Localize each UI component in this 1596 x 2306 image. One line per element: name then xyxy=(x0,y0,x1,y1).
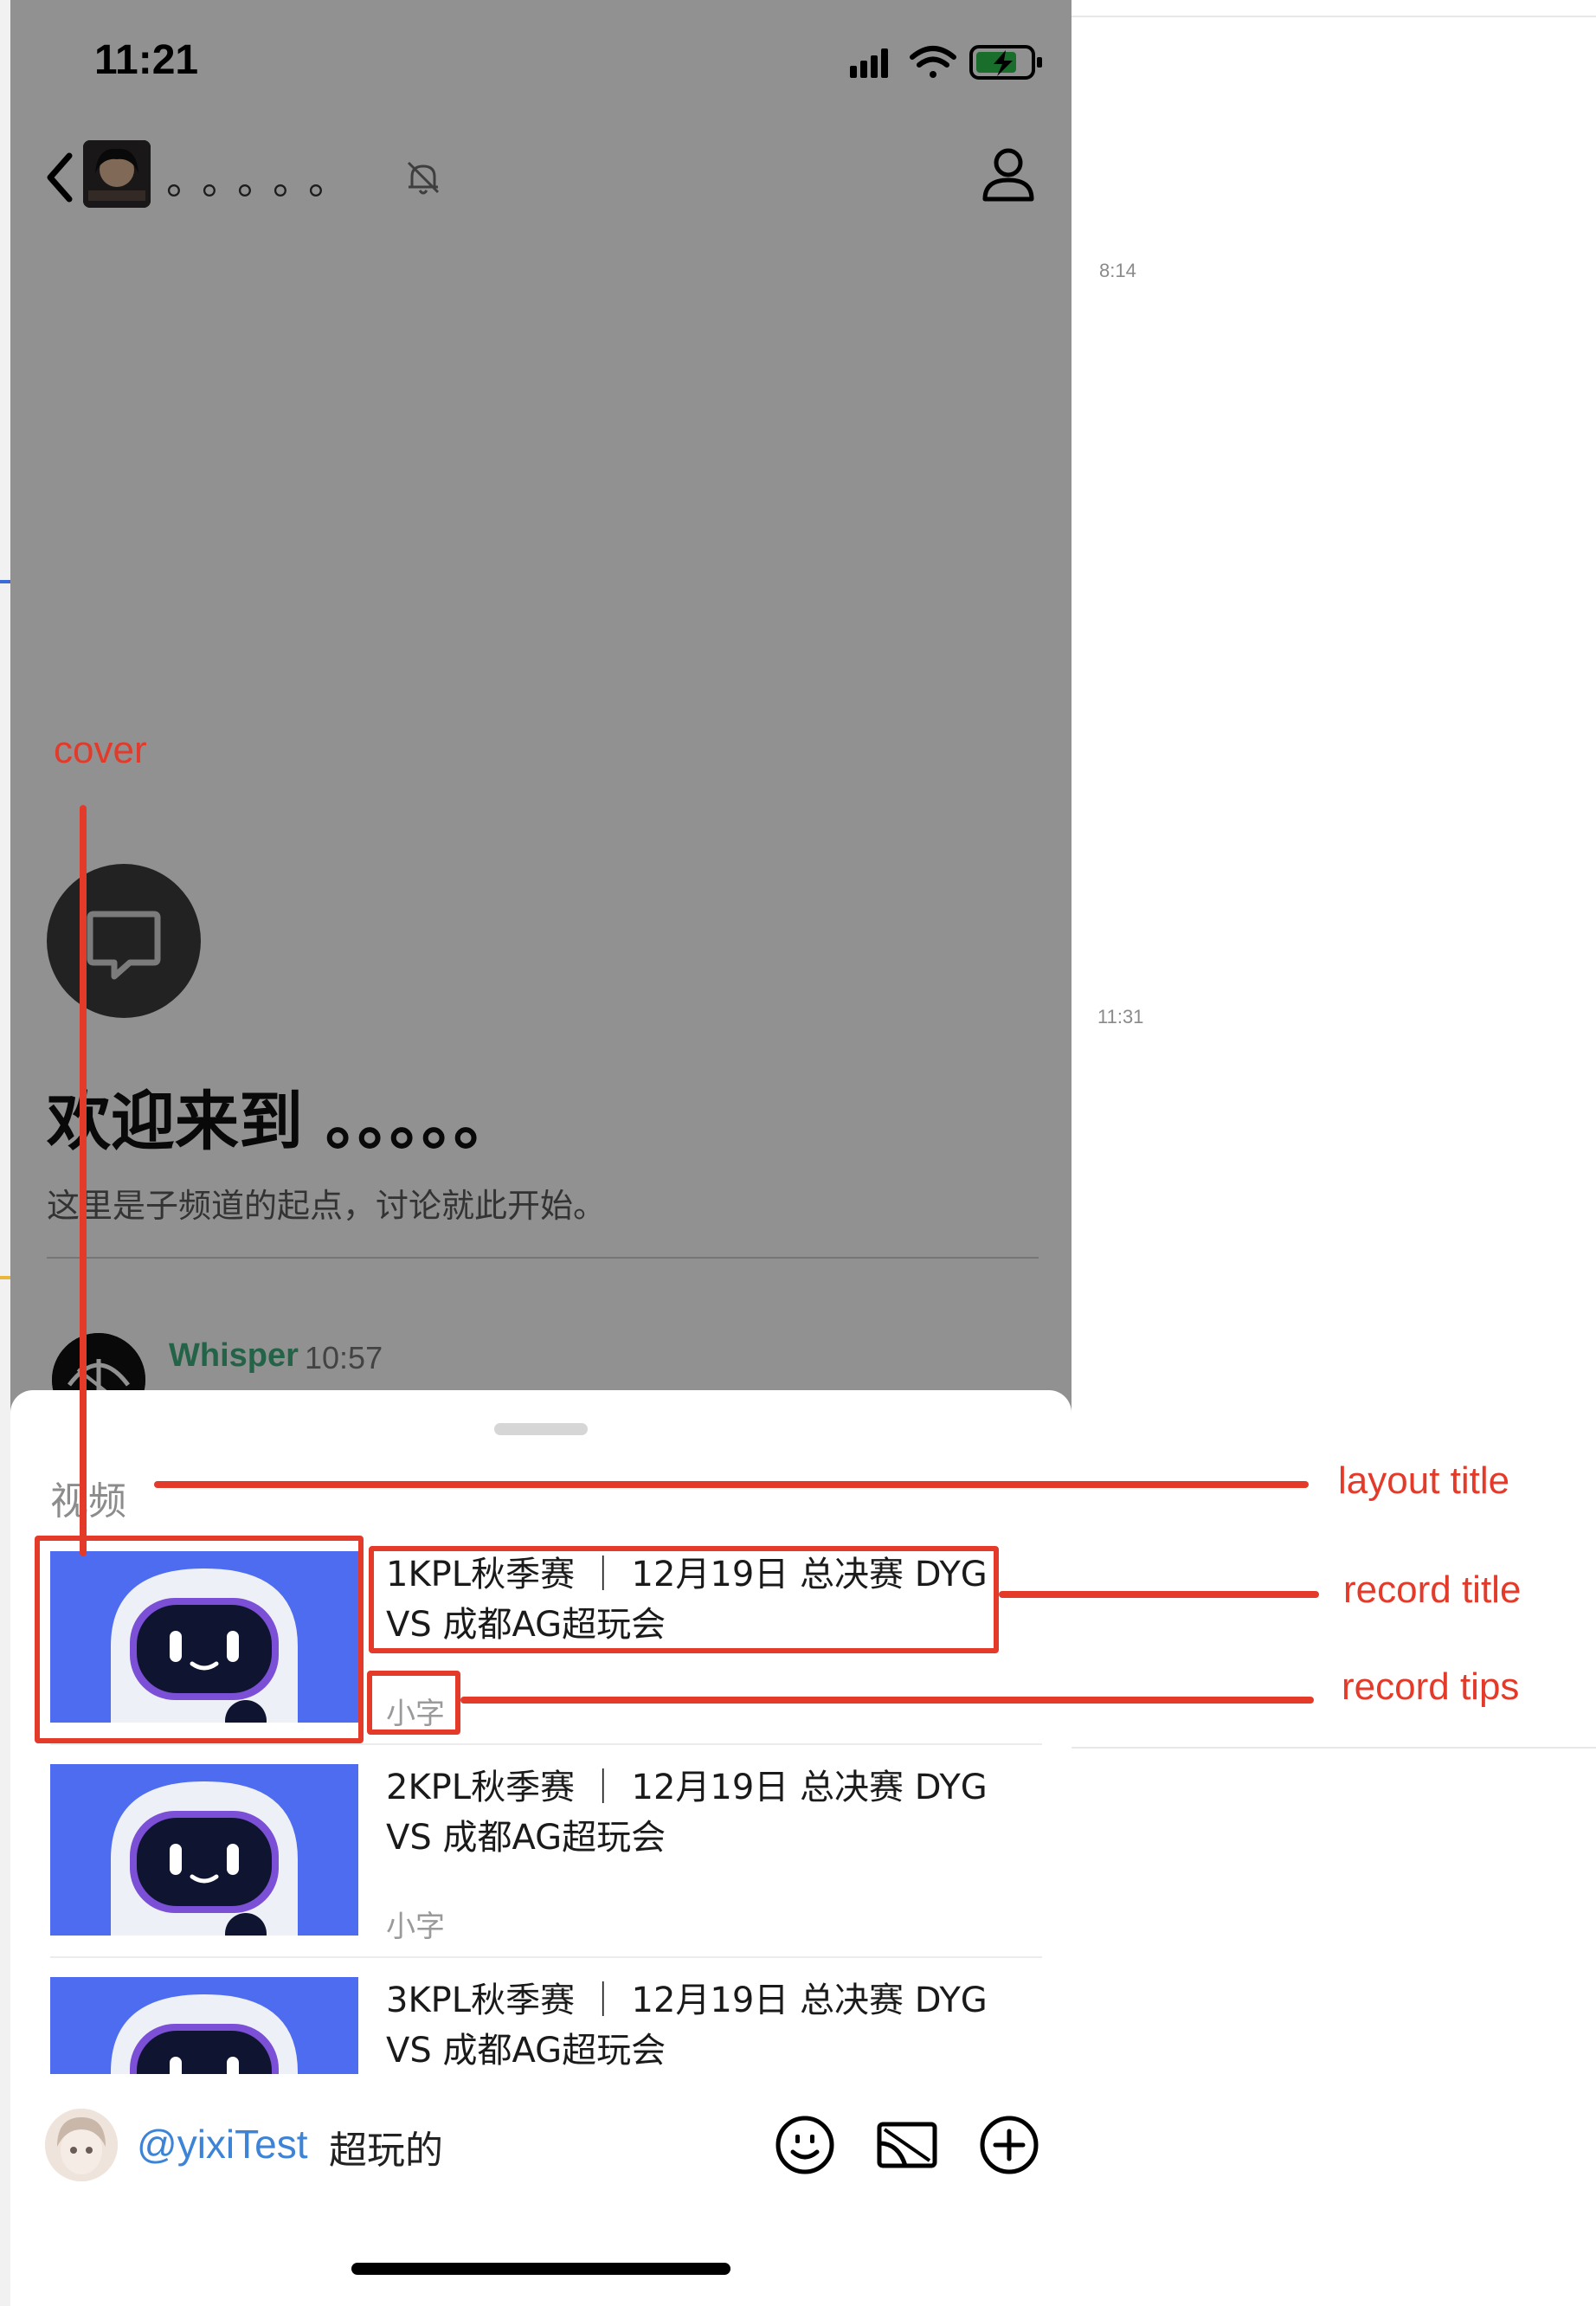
layout-title: 视频 xyxy=(50,1479,126,1523)
record-divider xyxy=(50,1956,1042,1958)
phone-screen: 11:21 。。。。。 欢迎来到 。。。。。 这里是子频道的起点，讨论就此开始。… xyxy=(10,0,1072,2306)
mention-text[interactable]: @yixiTest xyxy=(137,2121,308,2168)
sheet-grabber[interactable] xyxy=(494,1423,588,1435)
annotation-label-record-title: record title xyxy=(1343,1568,1522,1611)
record-item[interactable]: 3KPL秋季赛 ｜ 12月19日 总决赛 DYG VS 成都AG超玩会 xyxy=(50,1977,1042,2074)
edge-marker xyxy=(0,580,10,583)
edge-marker xyxy=(0,1276,10,1279)
timestamp: 8:14 xyxy=(1099,260,1136,281)
home-indicator[interactable] xyxy=(351,2263,730,2275)
record-item[interactable]: 2KPL秋季赛 ｜ 12月19日 总决赛 DYG VS 成都AG超玩会 小字 xyxy=(50,1764,1042,1977)
annotation-line xyxy=(80,805,87,1556)
annotation-box-record-tips xyxy=(367,1671,460,1735)
record-cover xyxy=(50,1977,358,2074)
emoji-icon[interactable] xyxy=(774,2114,836,2176)
annotation-label-record-tips: record tips xyxy=(1342,1665,1520,1708)
plus-circle-icon[interactable] xyxy=(978,2114,1040,2176)
divider xyxy=(1072,16,1596,17)
timestamp: 11:31 xyxy=(1097,1006,1144,1027)
divider xyxy=(1072,1747,1596,1749)
annotation-box-record-title xyxy=(369,1546,999,1653)
cast-screen-icon[interactable] xyxy=(876,2114,938,2176)
avatar[interactable] xyxy=(45,2109,118,2181)
record-title: 2KPL秋季赛 ｜ 12月19日 总决赛 DYG VS 成都AG超玩会 xyxy=(386,1768,988,1858)
annotation-line xyxy=(999,1591,1319,1598)
robot-icon xyxy=(50,1977,358,2074)
bottom-sheet: 视频 1KPL秋季赛 ｜ 12月19日 总决赛 DYG VS 成都AG超玩会 小… xyxy=(10,1390,1072,2306)
message-input[interactable]: 超玩的 xyxy=(329,2119,443,2174)
annotation-line xyxy=(460,1697,1314,1704)
annotation-box-cover xyxy=(35,1536,364,1743)
record-cover xyxy=(50,1764,358,1936)
record-divider xyxy=(50,1743,1042,1745)
robot-icon xyxy=(50,1764,358,1936)
record-title: 3KPL秋季赛 ｜ 12月19日 总决赛 DYG VS 成都AG超玩会 xyxy=(386,1981,988,2071)
input-bar: @yixiTest 超玩的 xyxy=(10,2088,1072,2209)
annotation-label-layout-title: layout title xyxy=(1338,1459,1510,1502)
background-chat-pane: 8:14 11:31 xyxy=(1072,0,1596,2306)
annotation-line xyxy=(154,1481,1309,1488)
record-tips: 小字 xyxy=(386,1910,445,1944)
annotation-label-cover: cover xyxy=(54,729,147,771)
